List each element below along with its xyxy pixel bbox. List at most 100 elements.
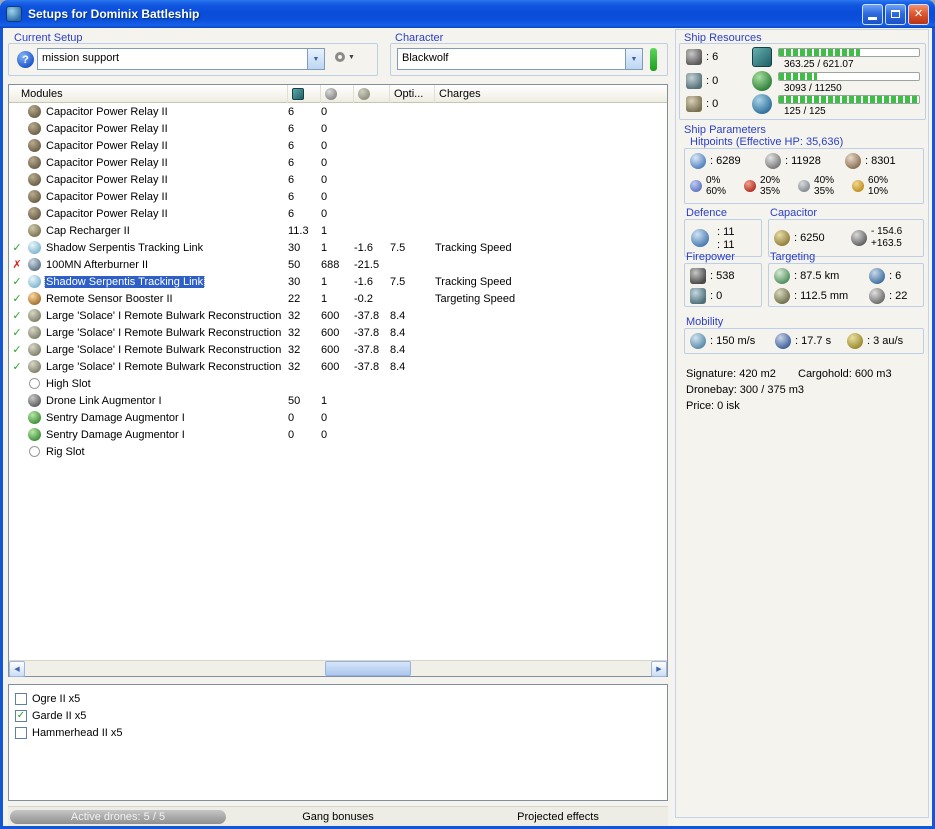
module-name[interactable]: Shadow Serpentis Tracking Link [43, 275, 206, 288]
chevron-down-icon: ▼ [348, 53, 355, 61]
header-optimal[interactable]: Opti... [390, 84, 435, 103]
velocity-value: : 150 m/s [710, 335, 756, 347]
module-row[interactable]: Capacitor Power Relay II 6 0 [9, 154, 667, 171]
battery-icon [851, 230, 867, 246]
module-row[interactable]: Large 'Solace' I Remote Bulwark Reconstr… [9, 341, 667, 358]
bandwidth-bar [778, 95, 920, 104]
module-row[interactable]: Capacitor Power Relay II 6 0 [9, 137, 667, 154]
module-row[interactable]: Large 'Solace' I Remote Bulwark Reconstr… [9, 307, 667, 324]
character-select[interactable]: Blackwolf ▼ [397, 48, 643, 70]
module-row[interactable]: 100MN Afterburner II 50 688 -21.5 [9, 256, 667, 273]
drone-checkbox[interactable] [15, 692, 27, 705]
drone-row[interactable]: Hammerhead II x5 [15, 724, 661, 741]
horizontal-scrollbar[interactable]: ◀ ▶ [9, 660, 667, 677]
drone-checkbox[interactable] [15, 709, 27, 722]
shield-resist-value: 20% [760, 175, 781, 186]
restore-button[interactable] [885, 3, 906, 25]
titlebar[interactable]: Setups for Dominix Battleship ✕ [0, 0, 935, 28]
module-name[interactable]: Sentry Damage Augmentor I [45, 429, 186, 441]
module-row[interactable]: Sentry Damage Augmentor I 0 0 [9, 426, 667, 443]
module-row[interactable]: Capacitor Power Relay II 6 0 [9, 205, 667, 222]
header-modules[interactable]: Modules [9, 84, 288, 103]
cpu-icon [752, 47, 772, 67]
powergrid-usage-value: 3093 / 11250 [784, 83, 842, 94]
module-row[interactable]: Rig Slot [9, 443, 667, 460]
module-icon [27, 360, 41, 373]
resist-values: 60% 10% [868, 175, 888, 197]
module-name[interactable]: Rig Slot [45, 446, 86, 458]
turret-slots: : 6 [686, 49, 718, 65]
module-row[interactable]: Sentry Damage Augmentor I 0 0 [9, 409, 667, 426]
module-name[interactable]: Capacitor Power Relay II [45, 208, 169, 220]
module-name[interactable]: Shadow Serpentis Tracking Link [45, 242, 204, 254]
cargohold-text: Cargohold: 600 m3 [798, 368, 892, 380]
active-drones-header[interactable]: Active drones: 5 / 5 [10, 809, 226, 824]
powergrid-icon [752, 71, 772, 91]
module-name[interactable]: Drone Link Augmentor I [45, 395, 163, 407]
module-row[interactable]: Capacitor Power Relay II 6 0 [9, 171, 667, 188]
scrollbar-thumb[interactable] [325, 661, 411, 676]
resist-icon [744, 180, 757, 192]
ship-resources-group: : 6 : 0 : 0 363.25 / 621.07 3093 / 11250… [679, 43, 926, 120]
drone-row[interactable]: Garde II x5 [15, 707, 661, 724]
header-charges[interactable]: Charges [435, 85, 667, 103]
module-row[interactable]: Cap Recharger II 11.3 1 [9, 222, 667, 239]
scroll-right-button[interactable]: ▶ [651, 661, 667, 677]
armor-resist-value: 35% [760, 186, 781, 197]
capacitor-drain-value: - 154.6 [871, 226, 903, 237]
header-powergrid[interactable] [321, 84, 354, 103]
module-name[interactable]: Large 'Solace' I Remote Bulwark Reconstr… [45, 327, 282, 339]
module-row[interactable]: Large 'Solace' I Remote Bulwark Reconstr… [9, 324, 667, 341]
module-cpu-value: 22 [288, 292, 301, 305]
module-optimal-value: 8.4 [390, 343, 406, 356]
module-row[interactable]: High Slot [9, 375, 667, 392]
gang-bonuses-header[interactable]: Gang bonuses [228, 811, 448, 823]
module-row[interactable]: Shadow Serpentis Tracking Link 30 1 -1.6… [9, 239, 667, 256]
module-row[interactable]: Shadow Serpentis Tracking Link 30 1 -1.6… [9, 273, 667, 290]
module-name[interactable]: Large 'Solace' I Remote Bulwark Reconstr… [45, 361, 282, 373]
module-name[interactable]: Capacitor Power Relay II [45, 123, 169, 135]
minimize-button[interactable] [862, 3, 883, 25]
setup-tools-button[interactable]: ▼ [335, 52, 355, 62]
module-name[interactable]: Remote Sensor Booster II [45, 293, 174, 305]
bandwidth-usage-value: 125 / 125 [784, 106, 826, 117]
module-name[interactable]: Capacitor Power Relay II [45, 174, 169, 186]
module-row[interactable]: Large 'Solace' I Remote Bulwark Reconstr… [9, 358, 667, 375]
module-name[interactable]: Cap Recharger II [45, 225, 131, 237]
header-capacitor[interactable] [354, 84, 390, 103]
module-name[interactable]: Capacitor Power Relay II [45, 157, 169, 169]
resist-group: 20% 35% [744, 175, 780, 197]
capacitor-balance-values: - 154.6 +163.5 [871, 226, 902, 250]
module-name[interactable]: Capacitor Power Relay II [45, 140, 169, 152]
module-row[interactable]: Capacitor Power Relay II 6 0 [9, 103, 667, 120]
help-icon[interactable]: ? [17, 51, 34, 68]
launcher-icon [686, 73, 702, 89]
projected-effects-header[interactable]: Projected effects [448, 811, 668, 823]
scrollbar-track[interactable] [25, 661, 651, 676]
max-targets-icon [869, 268, 885, 284]
module-name[interactable]: Large 'Solace' I Remote Bulwark Reconstr… [45, 310, 282, 322]
module-name-cell: Shadow Serpentis Tracking Link [43, 242, 288, 254]
module-name[interactable]: Capacitor Power Relay II [45, 106, 169, 118]
module-powergrid-value: 600 [321, 326, 340, 339]
module-name-cell: High Slot [43, 378, 288, 390]
module-name[interactable]: High Slot [45, 378, 92, 390]
close-button[interactable]: ✕ [908, 3, 929, 25]
rig-icon [686, 96, 702, 112]
module-row[interactable]: Drone Link Augmentor I 50 1 [9, 392, 667, 409]
module-name[interactable]: Large 'Solace' I Remote Bulwark Reconstr… [45, 344, 282, 356]
drone-row[interactable]: Ogre II x5 [15, 690, 661, 707]
module-name[interactable]: Capacitor Power Relay II [45, 191, 169, 203]
setup-select[interactable]: mission support ▼ [37, 48, 325, 70]
header-cpu[interactable] [288, 84, 321, 103]
targeting-range: : 87.5 km [774, 268, 839, 284]
module-row[interactable]: Capacitor Power Relay II 6 0 [9, 188, 667, 205]
scroll-left-button[interactable]: ◀ [9, 661, 25, 677]
module-name[interactable]: 100MN Afterburner II [45, 259, 149, 271]
module-row[interactable]: Capacitor Power Relay II 6 0 [9, 120, 667, 137]
module-name[interactable]: Sentry Damage Augmentor I [45, 412, 186, 424]
setup-select-arrow[interactable]: ▼ [307, 49, 324, 69]
character-select-arrow[interactable]: ▼ [625, 49, 642, 69]
drone-checkbox[interactable] [15, 726, 27, 739]
module-row[interactable]: Remote Sensor Booster II 22 1 -0.2 Targe… [9, 290, 667, 307]
